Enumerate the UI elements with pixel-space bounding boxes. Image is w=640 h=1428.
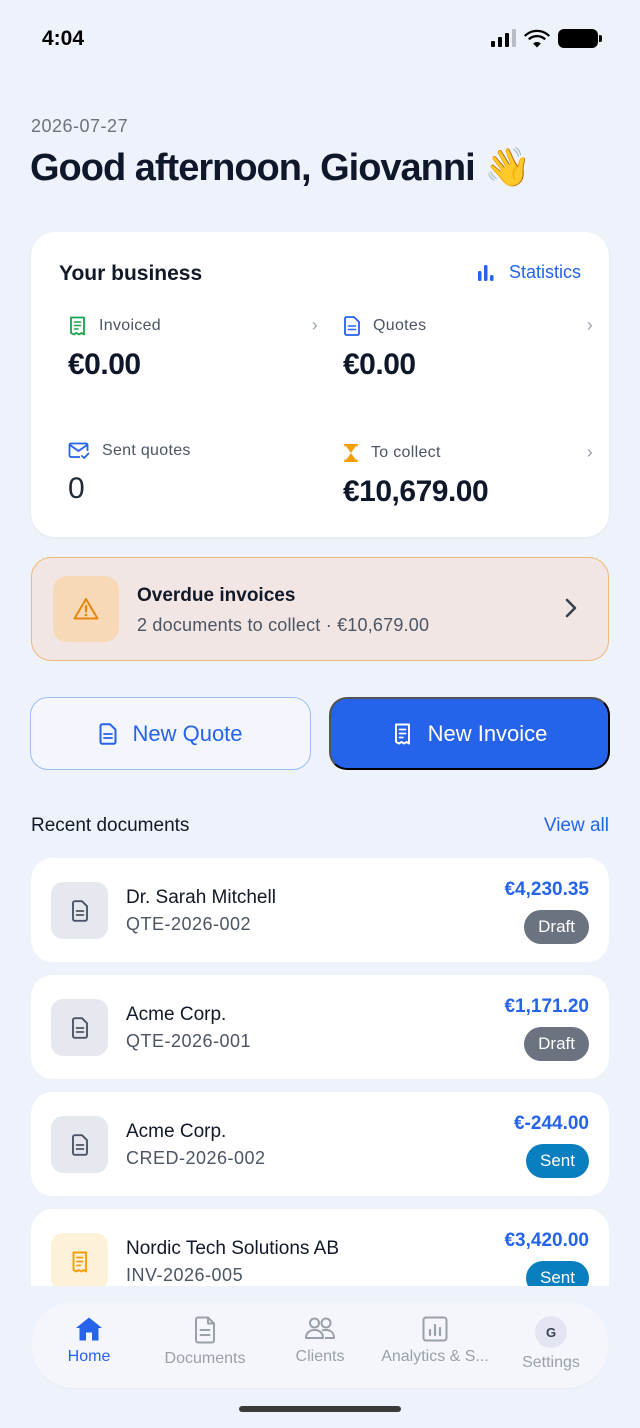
nav-settings-label: Settings xyxy=(522,1354,580,1371)
document-amount: €3,420.00 xyxy=(504,1230,589,1251)
document-number: QTE-2026-002 xyxy=(126,914,252,934)
status-badge: Draft xyxy=(524,1027,589,1061)
chevron-right-icon: › xyxy=(586,442,593,462)
status-bar: 4:04 xyxy=(0,0,640,80)
document-icon xyxy=(51,999,108,1056)
status-badge: Draft xyxy=(524,910,589,944)
list-item[interactable]: Nordic Tech Solutions AB INV-2026-005 €3… xyxy=(31,1209,609,1286)
document-client: Dr. Sarah Mitchell xyxy=(126,887,276,908)
nav-item-analytics[interactable]: Analytics & S... xyxy=(377,1316,493,1366)
recent-documents-title: Recent documents xyxy=(31,815,190,836)
chevron-right-icon xyxy=(565,598,577,618)
list-item[interactable]: Dr. Sarah Mitchell QTE-2026-002 €4,230.3… xyxy=(31,858,609,962)
metric-sent-quotes-value: 0 xyxy=(68,472,85,505)
users-icon xyxy=(305,1317,335,1339)
warning-icon-tile xyxy=(53,576,119,642)
nav-analytics-label: Analytics & S... xyxy=(381,1348,489,1365)
metric-invoiced[interactable]: Invoiced › €0.00 xyxy=(68,315,318,415)
document-icon xyxy=(195,1316,215,1344)
invoice-icon xyxy=(51,1233,108,1286)
overdue-title: Overdue invoices xyxy=(137,585,296,606)
nav-documents-label: Documents xyxy=(164,1350,246,1367)
chevron-right-icon: › xyxy=(586,315,593,335)
overdue-invoices-banner[interactable]: Overdue invoices 2 documents to collect … xyxy=(31,557,609,661)
metric-invoiced-value: €0.00 xyxy=(68,348,141,381)
bar-chart-icon xyxy=(477,264,494,281)
status-icons xyxy=(491,28,602,48)
analytics-icon xyxy=(422,1316,448,1342)
metric-to-collect-value: €10,679.00 xyxy=(343,475,489,508)
document-number: INV-2026-005 xyxy=(126,1265,244,1285)
statistics-link[interactable]: Statistics xyxy=(477,262,581,283)
document-number: QTE-2026-001 xyxy=(126,1031,252,1051)
mail-check-icon xyxy=(68,442,90,459)
document-amount: €1,171.20 xyxy=(504,996,589,1017)
metric-quotes-label: Quotes xyxy=(373,316,427,334)
nav-item-clients[interactable]: Clients xyxy=(262,1316,378,1366)
invoice-icon xyxy=(394,723,410,744)
metric-invoiced-label: Invoiced xyxy=(99,316,161,334)
list-item[interactable]: Acme Corp. CRED-2026-002 €-244.00 Sent xyxy=(31,1092,609,1196)
nav-item-settings[interactable]: G Settings xyxy=(493,1316,609,1372)
new-invoice-button[interactable]: New Invoice xyxy=(329,697,610,770)
current-date: 2026-07-27 xyxy=(31,116,129,136)
home-indicator xyxy=(239,1406,401,1412)
metric-to-collect[interactable]: To collect › €10,679.00 xyxy=(343,442,593,542)
nav-item-home[interactable]: Home xyxy=(31,1316,147,1366)
cellular-signal-icon xyxy=(491,29,516,47)
status-badge: Sent xyxy=(526,1144,589,1178)
new-quote-label: New Quote xyxy=(132,720,243,746)
document-client: Nordic Tech Solutions AB xyxy=(126,1238,339,1259)
document-client: Acme Corp. xyxy=(126,1121,227,1142)
battery-icon xyxy=(558,28,602,48)
status-time: 4:04 xyxy=(42,27,85,50)
document-amount: €-244.00 xyxy=(513,1113,589,1134)
document-icon xyxy=(51,1116,108,1173)
document-client: Acme Corp. xyxy=(126,1004,227,1025)
receipt-icon xyxy=(70,316,85,335)
metric-quotes[interactable]: Quotes › €0.00 xyxy=(343,315,593,415)
business-summary-card: Your business Statistics Invoiced › €0.0… xyxy=(31,232,609,537)
metric-sent-quotes-label: Sent quotes xyxy=(102,442,191,459)
view-all-link[interactable]: View all xyxy=(544,815,609,837)
statistics-label: Statistics xyxy=(508,262,581,282)
document-icon xyxy=(51,882,108,939)
recent-documents-list: Dr. Sarah Mitchell QTE-2026-002 €4,230.3… xyxy=(31,858,609,1286)
nav-item-documents[interactable]: Documents xyxy=(147,1316,263,1368)
greeting-heading: Good afternoon, Giovanni 👋 xyxy=(30,147,532,189)
nav-home-label: Home xyxy=(67,1348,111,1365)
document-number: CRED-2026-002 xyxy=(126,1148,266,1168)
chevron-right-icon: › xyxy=(311,315,318,335)
metric-sent-quotes: Sent quotes 0 xyxy=(68,442,318,542)
hourglass-icon xyxy=(344,443,358,462)
wifi-icon xyxy=(524,29,550,48)
status-badge: Sent xyxy=(526,1261,589,1286)
document-icon xyxy=(99,722,117,745)
overdue-subtitle: 2 documents to collect · €10,679.00 xyxy=(137,615,430,635)
home-icon xyxy=(76,1317,102,1341)
document-amount: €4,230.35 xyxy=(504,879,589,900)
avatar: G xyxy=(535,1316,567,1348)
business-card-title: Your business xyxy=(59,262,203,285)
nav-clients-label: Clients xyxy=(295,1348,345,1365)
list-item[interactable]: Acme Corp. QTE-2026-001 €1,171.20 Draft xyxy=(31,975,609,1079)
metric-to-collect-label: To collect xyxy=(371,443,441,461)
metric-quotes-value: €0.00 xyxy=(343,348,416,381)
warning-icon xyxy=(73,598,99,620)
bottom-navigation: Home Documents Clients Analytics & S... … xyxy=(31,1302,609,1388)
document-icon xyxy=(344,315,360,336)
new-invoice-label: New Invoice xyxy=(427,720,548,746)
new-quote-button[interactable]: New Quote xyxy=(30,697,311,770)
